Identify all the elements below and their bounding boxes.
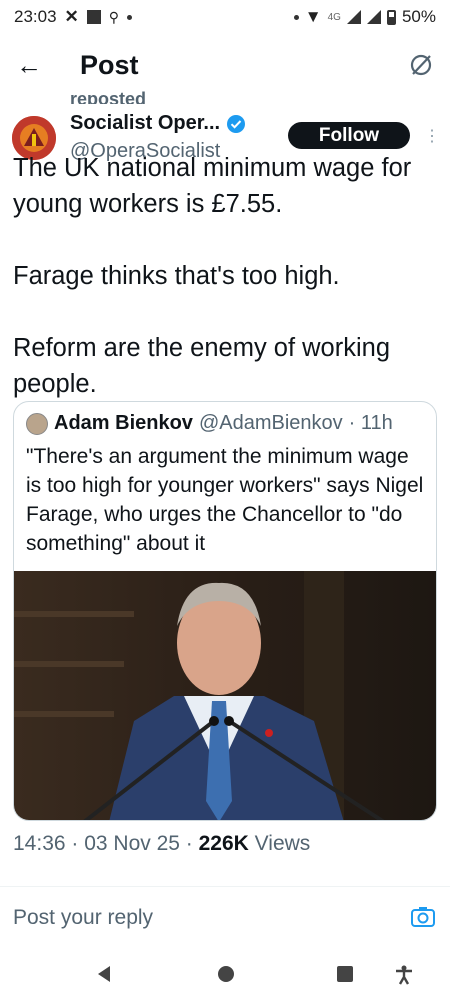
nav-back-icon[interactable]: [94, 964, 114, 984]
x-notification-icon: ✕: [64, 7, 79, 26]
grok-icon[interactable]: [408, 52, 434, 78]
network-label: 4G: [327, 11, 341, 23]
nav-recents-icon[interactable]: [335, 964, 355, 984]
post-header: ← Post: [0, 40, 450, 92]
battery-level: 50%: [401, 7, 436, 26]
reply-input[interactable]: Post your reply: [13, 906, 153, 930]
verified-badge-icon: [227, 114, 246, 133]
app-notification-icon: [86, 10, 101, 24]
wifi-icon: ▼: [304, 7, 322, 26]
reposted-label: reposted: [70, 89, 147, 104]
divider: [0, 886, 450, 887]
camera-icon[interactable]: [410, 904, 436, 930]
author-name-row[interactable]: Socialist Oper...: [70, 112, 246, 135]
tweet-paragraph: Reform are the enemy of working people.: [13, 334, 390, 398]
battery-icon: [386, 9, 396, 25]
tweet-paragraph: Farage thinks that's too high.: [13, 262, 340, 290]
signal-icon-2: [366, 10, 381, 24]
accessibility-icon[interactable]: [393, 964, 415, 986]
status-bar: 23:03 ✕ ⚲ ▼ 4G 50%: [0, 0, 450, 34]
quoted-post-image[interactable]: [14, 571, 437, 821]
quoted-avatar: [26, 412, 48, 435]
follow-button[interactable]: Follow: [288, 122, 410, 149]
more-notifications-icon: [127, 14, 133, 20]
quoted-author-handle: @AdamBienkov: [198, 412, 343, 434]
page-title: Post: [80, 50, 139, 80]
signal-icon: [346, 10, 361, 24]
post-meta: 14:36 · 03 Nov 25 · 226K Views: [13, 832, 310, 856]
tweet-text: The UK national minimum wage for young w…: [13, 150, 433, 402]
back-arrow-icon[interactable]: ←: [16, 50, 42, 81]
more-options-icon[interactable]: ⋮: [424, 126, 440, 146]
author-name[interactable]: Socialist Oper...: [70, 112, 220, 135]
quoted-post-header: Adam Bienkov @AdamBienkov · 11h: [26, 412, 393, 435]
views-label: Views: [254, 832, 311, 855]
quoted-post-text: "There's an argument the minimum wage is…: [26, 445, 424, 555]
system-nav-bar: [0, 950, 450, 1000]
tweet-paragraph: The UK national minimum wage for young w…: [13, 154, 412, 218]
status-time: 23:03: [14, 7, 57, 26]
quoted-author-name: Adam Bienkov: [54, 412, 193, 434]
post-timestamp: 14:36 · 03 Nov 25 ·: [13, 832, 199, 855]
quoted-post[interactable]: Adam Bienkov @AdamBienkov · 11h "There's…: [13, 401, 437, 821]
notification-icon: ⚲: [108, 8, 120, 25]
nav-home-icon[interactable]: [216, 964, 236, 984]
status-dot-icon: [293, 14, 299, 20]
quoted-post-time: · 11h: [348, 412, 393, 434]
views-count: 226K: [198, 832, 249, 855]
